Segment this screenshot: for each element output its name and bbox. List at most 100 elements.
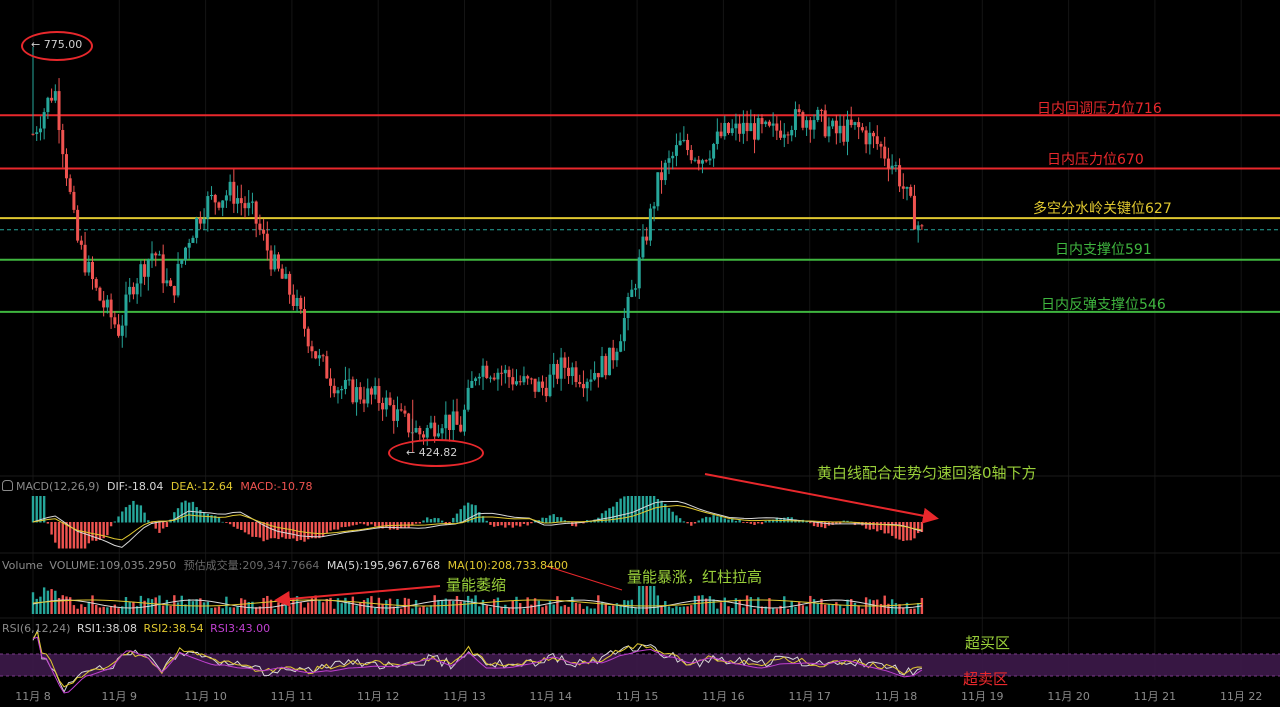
candle-body — [477, 376, 481, 379]
high-price-label: ← 775.00 — [31, 38, 83, 51]
volume-bar — [470, 598, 474, 614]
candle-body — [395, 409, 399, 421]
candle-body — [563, 357, 567, 368]
volume-bar — [228, 607, 232, 614]
volume-bar — [589, 608, 593, 614]
rsi-legend[interactable]: RSI(6,12,24) RSI1:38.08 RSI2:38.54 RSI3:… — [2, 622, 270, 635]
macd-hist-value: MACD:-10.78 — [240, 480, 313, 493]
macd-histogram-bar — [876, 522, 879, 532]
volume-bar — [139, 595, 143, 614]
candle-body — [496, 372, 500, 380]
candle-body — [50, 97, 54, 101]
volume-bar — [414, 600, 418, 614]
volume-bar — [835, 602, 838, 614]
volume-bar — [861, 608, 864, 614]
candle-body — [79, 240, 83, 245]
candle-body — [819, 109, 823, 111]
volume-bar — [266, 595, 269, 614]
candle-body — [310, 346, 314, 352]
volume-bar — [303, 607, 306, 614]
volume-legend[interactable]: Volume VOLUME:109,035.2950 预估成交量:209,347… — [2, 557, 568, 573]
overbought-label: 超买区 — [965, 634, 1011, 652]
candle-body — [470, 380, 474, 388]
macd-histogram-bar — [206, 513, 210, 523]
macd-annotation: 黄白线配合走势匀速回落0轴下方 — [817, 464, 1037, 482]
volume-bar — [675, 606, 678, 614]
candle-body — [849, 119, 853, 126]
volume-bar — [292, 599, 295, 614]
macd-histogram-bar — [165, 522, 169, 527]
candle-body — [165, 280, 169, 284]
candle-body — [254, 201, 258, 224]
candle-body — [537, 381, 541, 392]
candle-body — [838, 125, 842, 134]
candle-body — [429, 422, 433, 428]
candle-body — [823, 110, 827, 137]
candle-body — [645, 236, 649, 241]
candle-body — [250, 201, 254, 203]
rsi1-value: RSI1:38.08 — [76, 622, 138, 635]
volume-bar — [515, 596, 518, 614]
level-label-670: 日内压力位670 — [1047, 152, 1144, 168]
volume-bar — [176, 602, 180, 614]
volume-bar — [530, 604, 533, 614]
macd-legend[interactable]: MACD(12,26,9) DIF:-18.04 DEA:-12.64 MACD… — [2, 480, 312, 493]
volume-shrink-annotation: 量能萎缩 — [446, 576, 507, 594]
candle-body — [786, 134, 790, 136]
candle-body — [834, 120, 838, 134]
macd-histogram-bar — [459, 509, 462, 523]
macd-histogram-bar — [176, 508, 180, 523]
candle-body — [455, 411, 459, 425]
candle-body — [355, 387, 359, 403]
volume-bar — [474, 595, 477, 614]
candle-body — [314, 351, 318, 359]
macd-histogram-bar — [437, 518, 440, 523]
candle-body — [738, 123, 742, 134]
macd-histogram-bar — [325, 522, 329, 533]
low-price-label: ← 424.82 — [406, 446, 458, 459]
candle-body — [440, 428, 444, 434]
macd-histogram-bar — [571, 522, 574, 526]
macd-histogram-bar — [76, 522, 79, 549]
macd-histogram-bar — [712, 515, 715, 523]
date-tick: 11月 16 — [702, 690, 745, 703]
macd-histogram-bar — [121, 511, 124, 523]
macd-histogram-bar — [749, 522, 753, 524]
volume-bar — [236, 606, 239, 614]
candle-body — [265, 233, 269, 251]
candle-body — [816, 109, 820, 121]
macd-histogram-bar — [329, 522, 332, 531]
volume-bar — [481, 599, 485, 614]
macd-histogram-bar — [641, 496, 645, 523]
candles — [31, 47, 924, 452]
macd-histogram-bar — [362, 522, 366, 525]
candle-body — [358, 387, 362, 400]
candle-body — [187, 242, 191, 248]
candle-body — [135, 283, 139, 295]
macd-histogram-bar — [883, 522, 886, 534]
volume-bar — [537, 600, 541, 614]
candle-body — [793, 109, 797, 130]
candle-body — [332, 385, 336, 394]
candle-body — [388, 397, 392, 406]
macd-histogram-bar — [515, 522, 518, 526]
volume-bar — [210, 607, 213, 614]
volume-bar — [812, 599, 816, 614]
candle-body — [94, 279, 98, 288]
volume-bar — [109, 606, 113, 614]
candle-body — [585, 381, 589, 389]
candle-body — [660, 172, 664, 181]
macd-histogram-bar — [135, 504, 139, 523]
bell-icon[interactable] — [2, 480, 13, 491]
rsi3-value: RSI3:43.00 — [210, 622, 271, 635]
date-tick: 11月 12 — [356, 690, 400, 703]
volume-bar — [634, 607, 637, 614]
candle-body — [890, 165, 894, 169]
volume-bar — [370, 596, 373, 614]
candle-body — [682, 139, 686, 141]
volume-bar — [556, 596, 559, 614]
volume-bar — [731, 607, 734, 614]
volume-bar — [385, 600, 388, 614]
macd-histogram-bar — [489, 522, 492, 525]
macd-histogram-bar — [630, 496, 633, 523]
